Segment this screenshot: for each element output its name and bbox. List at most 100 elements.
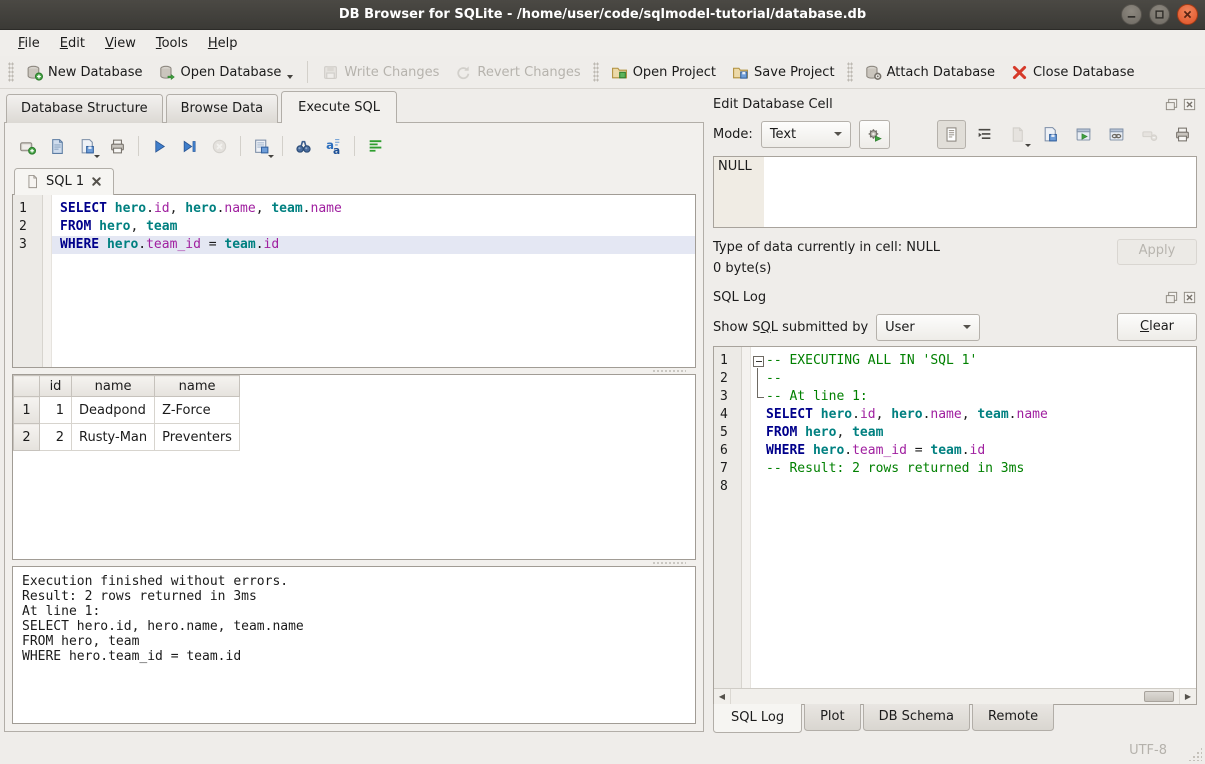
- row-header[interactable]: 2: [14, 424, 40, 451]
- dropdown-caret-icon: [268, 155, 274, 158]
- new-sql-tab-button[interactable]: [14, 133, 41, 160]
- sql-log-gutter: 12345678: [714, 347, 742, 688]
- line-number: 5: [714, 424, 741, 442]
- format-lines-button[interactable]: [362, 133, 389, 160]
- close-button[interactable]: [1177, 4, 1198, 25]
- fold-marker-icon[interactable]: [751, 352, 766, 370]
- execution-status-output: Execution finished without errors. Resul…: [12, 566, 696, 724]
- write-changes-button[interactable]: Write Changes: [314, 60, 447, 85]
- log-line: -- Result: 2 rows returned in 3ms: [751, 460, 1196, 478]
- execute-line-button[interactable]: [176, 133, 203, 160]
- main-content: Database StructureBrowse DataExecute SQL…: [0, 89, 1205, 736]
- open-database-button[interactable]: Open Database: [151, 60, 302, 85]
- column-header[interactable]: id: [40, 376, 72, 397]
- scroll-left-icon[interactable]: ◀: [714, 689, 731, 704]
- menu-item-help[interactable]: Help: [198, 33, 248, 54]
- execute-all-button[interactable]: [146, 133, 173, 160]
- tab-database-structure[interactable]: Database Structure: [6, 94, 163, 123]
- apply-button[interactable]: Apply: [1117, 239, 1197, 265]
- sql-doc-tab-label: SQL 1: [46, 174, 84, 189]
- code-line[interactable]: WHERE hero.team_id = team.id: [52, 236, 695, 254]
- table-cell[interactable]: Z-Force: [155, 397, 240, 424]
- horizontal-scrollbar[interactable]: ◀ ▶: [714, 688, 1196, 704]
- results-grid: idnamename11DeadpondZ-Force22Rusty-ManPr…: [12, 374, 696, 560]
- line-number: 8: [714, 478, 741, 496]
- revert-changes-button[interactable]: Revert Changes: [447, 60, 588, 85]
- menu-item-file[interactable]: File: [8, 33, 50, 54]
- sql-editor[interactable]: 123 SELECT hero.id, hero.name, team.name…: [12, 194, 696, 368]
- save-results-button[interactable]: [248, 133, 275, 160]
- close-database-button[interactable]: Close Database: [1003, 60, 1143, 85]
- export-window-button[interactable]: [1069, 120, 1098, 149]
- open-sql-file-button[interactable]: [44, 133, 71, 160]
- minimize-button[interactable]: [1121, 4, 1142, 25]
- auto-apply-button[interactable]: [859, 120, 890, 149]
- word-wrap-icon: [976, 126, 993, 143]
- table-cell[interactable]: 1: [40, 397, 72, 424]
- row-header[interactable]: 1: [14, 397, 40, 424]
- save-project-icon: [732, 64, 749, 81]
- cell-content-editor[interactable]: NULL: [713, 156, 1197, 228]
- print-button[interactable]: [104, 133, 131, 160]
- close-panel-icon[interactable]: [1182, 290, 1197, 305]
- word-wrap-button[interactable]: [970, 120, 999, 149]
- log-filter-select[interactable]: User: [876, 314, 980, 341]
- resize-grip[interactable]: [1188, 747, 1202, 761]
- new-sql-tab-icon: [19, 138, 36, 155]
- menu-item-edit[interactable]: Edit: [50, 33, 95, 54]
- fold-marker-icon: [751, 460, 766, 478]
- dock-tab-remote[interactable]: Remote: [972, 704, 1054, 731]
- autocomplete-icon: aa: [325, 138, 342, 155]
- find-replace-button[interactable]: [290, 133, 317, 160]
- stop-icon: [211, 138, 228, 155]
- dock-tab-db-schema[interactable]: DB Schema: [863, 704, 970, 731]
- tab-browse-data[interactable]: Browse Data: [166, 94, 279, 123]
- code-line[interactable]: SELECT hero.id, hero.name, team.name: [52, 200, 695, 218]
- save-as-button[interactable]: [1036, 120, 1065, 149]
- float-panel-icon[interactable]: [1164, 290, 1179, 305]
- new-database-button[interactable]: New Database: [18, 60, 151, 85]
- menu-item-tools[interactable]: Tools: [146, 33, 198, 54]
- print-button[interactable]: [1168, 120, 1197, 149]
- scrollbar-thumb[interactable]: [1144, 691, 1174, 702]
- save-project-button[interactable]: Save Project: [724, 60, 843, 85]
- results-header-row: idnamename: [14, 376, 240, 397]
- text-doc-button[interactable]: [937, 120, 966, 149]
- menu-item-view[interactable]: View: [95, 33, 146, 54]
- close-panel-icon[interactable]: [1182, 97, 1197, 112]
- open-project-button[interactable]: Open Project: [603, 60, 724, 85]
- table-cell[interactable]: Deadpond: [72, 397, 155, 424]
- save-sql-file-button[interactable]: [74, 133, 101, 160]
- code-line[interactable]: FROM hero, team: [52, 218, 695, 236]
- link-window-button[interactable]: [1102, 120, 1131, 149]
- dropdown-caret-icon: [94, 155, 100, 158]
- float-panel-icon[interactable]: [1164, 97, 1179, 112]
- sql-log-title: SQL Log: [713, 290, 1161, 305]
- remove-item-button[interactable]: [1135, 120, 1164, 149]
- edit-cell-title: Edit Database Cell: [713, 97, 1161, 112]
- attach-database-button[interactable]: Attach Database: [857, 60, 1003, 85]
- dock-tab-plot[interactable]: Plot: [804, 704, 861, 731]
- maximize-button[interactable]: [1149, 4, 1170, 25]
- table-cell[interactable]: Rusty-Man: [72, 424, 155, 451]
- autocomplete-button[interactable]: aa: [320, 133, 347, 160]
- table-cell[interactable]: Preventers: [155, 424, 240, 451]
- sql-editor-code[interactable]: SELECT hero.id, hero.name, team.nameFROM…: [52, 195, 695, 367]
- sql-doc-tab[interactable]: SQL 1: [14, 168, 114, 195]
- column-header[interactable]: name: [72, 376, 155, 397]
- import-doc-button[interactable]: [1003, 120, 1032, 149]
- stop-button[interactable]: [206, 133, 233, 160]
- tab-execute-sql[interactable]: Execute SQL: [281, 91, 397, 123]
- clear-log-button[interactable]: Clear: [1117, 313, 1197, 341]
- close-database-icon: [1011, 64, 1028, 81]
- mode-select[interactable]: Text: [761, 121, 851, 148]
- sql-editor-toolbar: aa: [12, 128, 696, 164]
- close-sql-tab-icon[interactable]: [90, 175, 103, 188]
- mode-label: Mode:: [713, 127, 753, 142]
- dock-tab-sql-log[interactable]: SQL Log: [713, 704, 802, 733]
- cell-editor-toolbar: [937, 120, 1197, 149]
- table-cell[interactable]: 2: [40, 424, 72, 451]
- chevron-down-icon: [834, 132, 842, 136]
- column-header[interactable]: name: [155, 376, 240, 397]
- scroll-right-icon[interactable]: ▶: [1179, 689, 1196, 704]
